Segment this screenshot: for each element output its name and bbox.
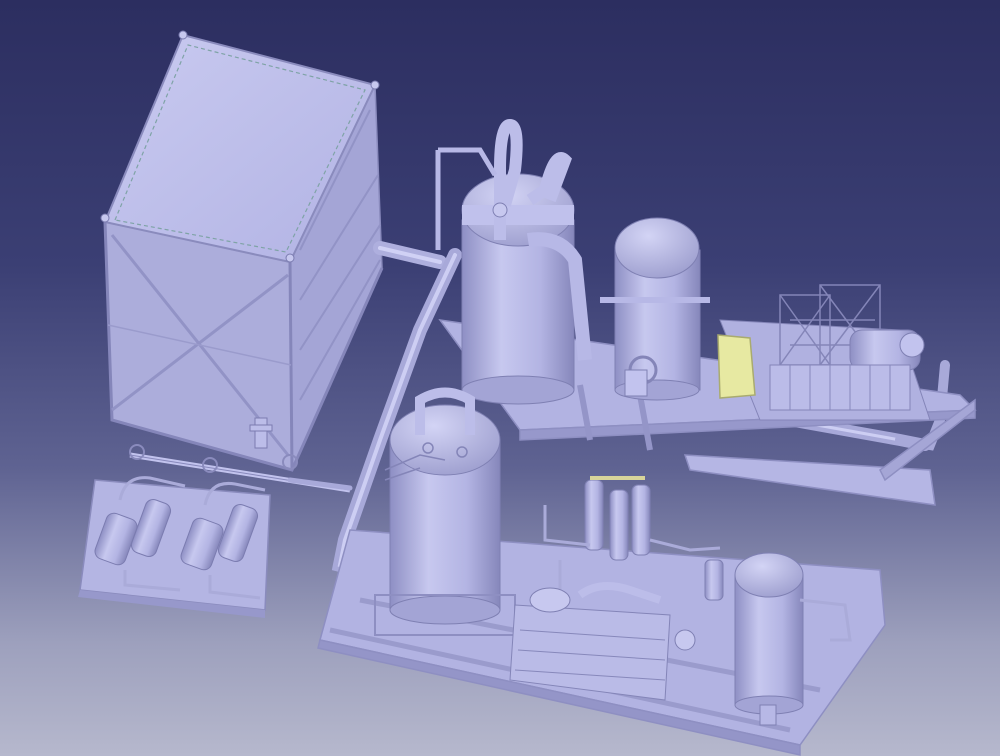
heat-exchanger-skid[interactable] bbox=[78, 444, 351, 618]
receiver-tank-upper[interactable] bbox=[600, 217, 710, 401]
cad-3d-viewport[interactable] bbox=[0, 0, 1000, 756]
assembly-model[interactable] bbox=[0, 0, 1000, 756]
water-tank[interactable] bbox=[100, 30, 384, 472]
tall-vessel-with-bent-pipes[interactable] bbox=[435, 118, 592, 405]
pressure-vessel-lower[interactable] bbox=[374, 387, 516, 636]
